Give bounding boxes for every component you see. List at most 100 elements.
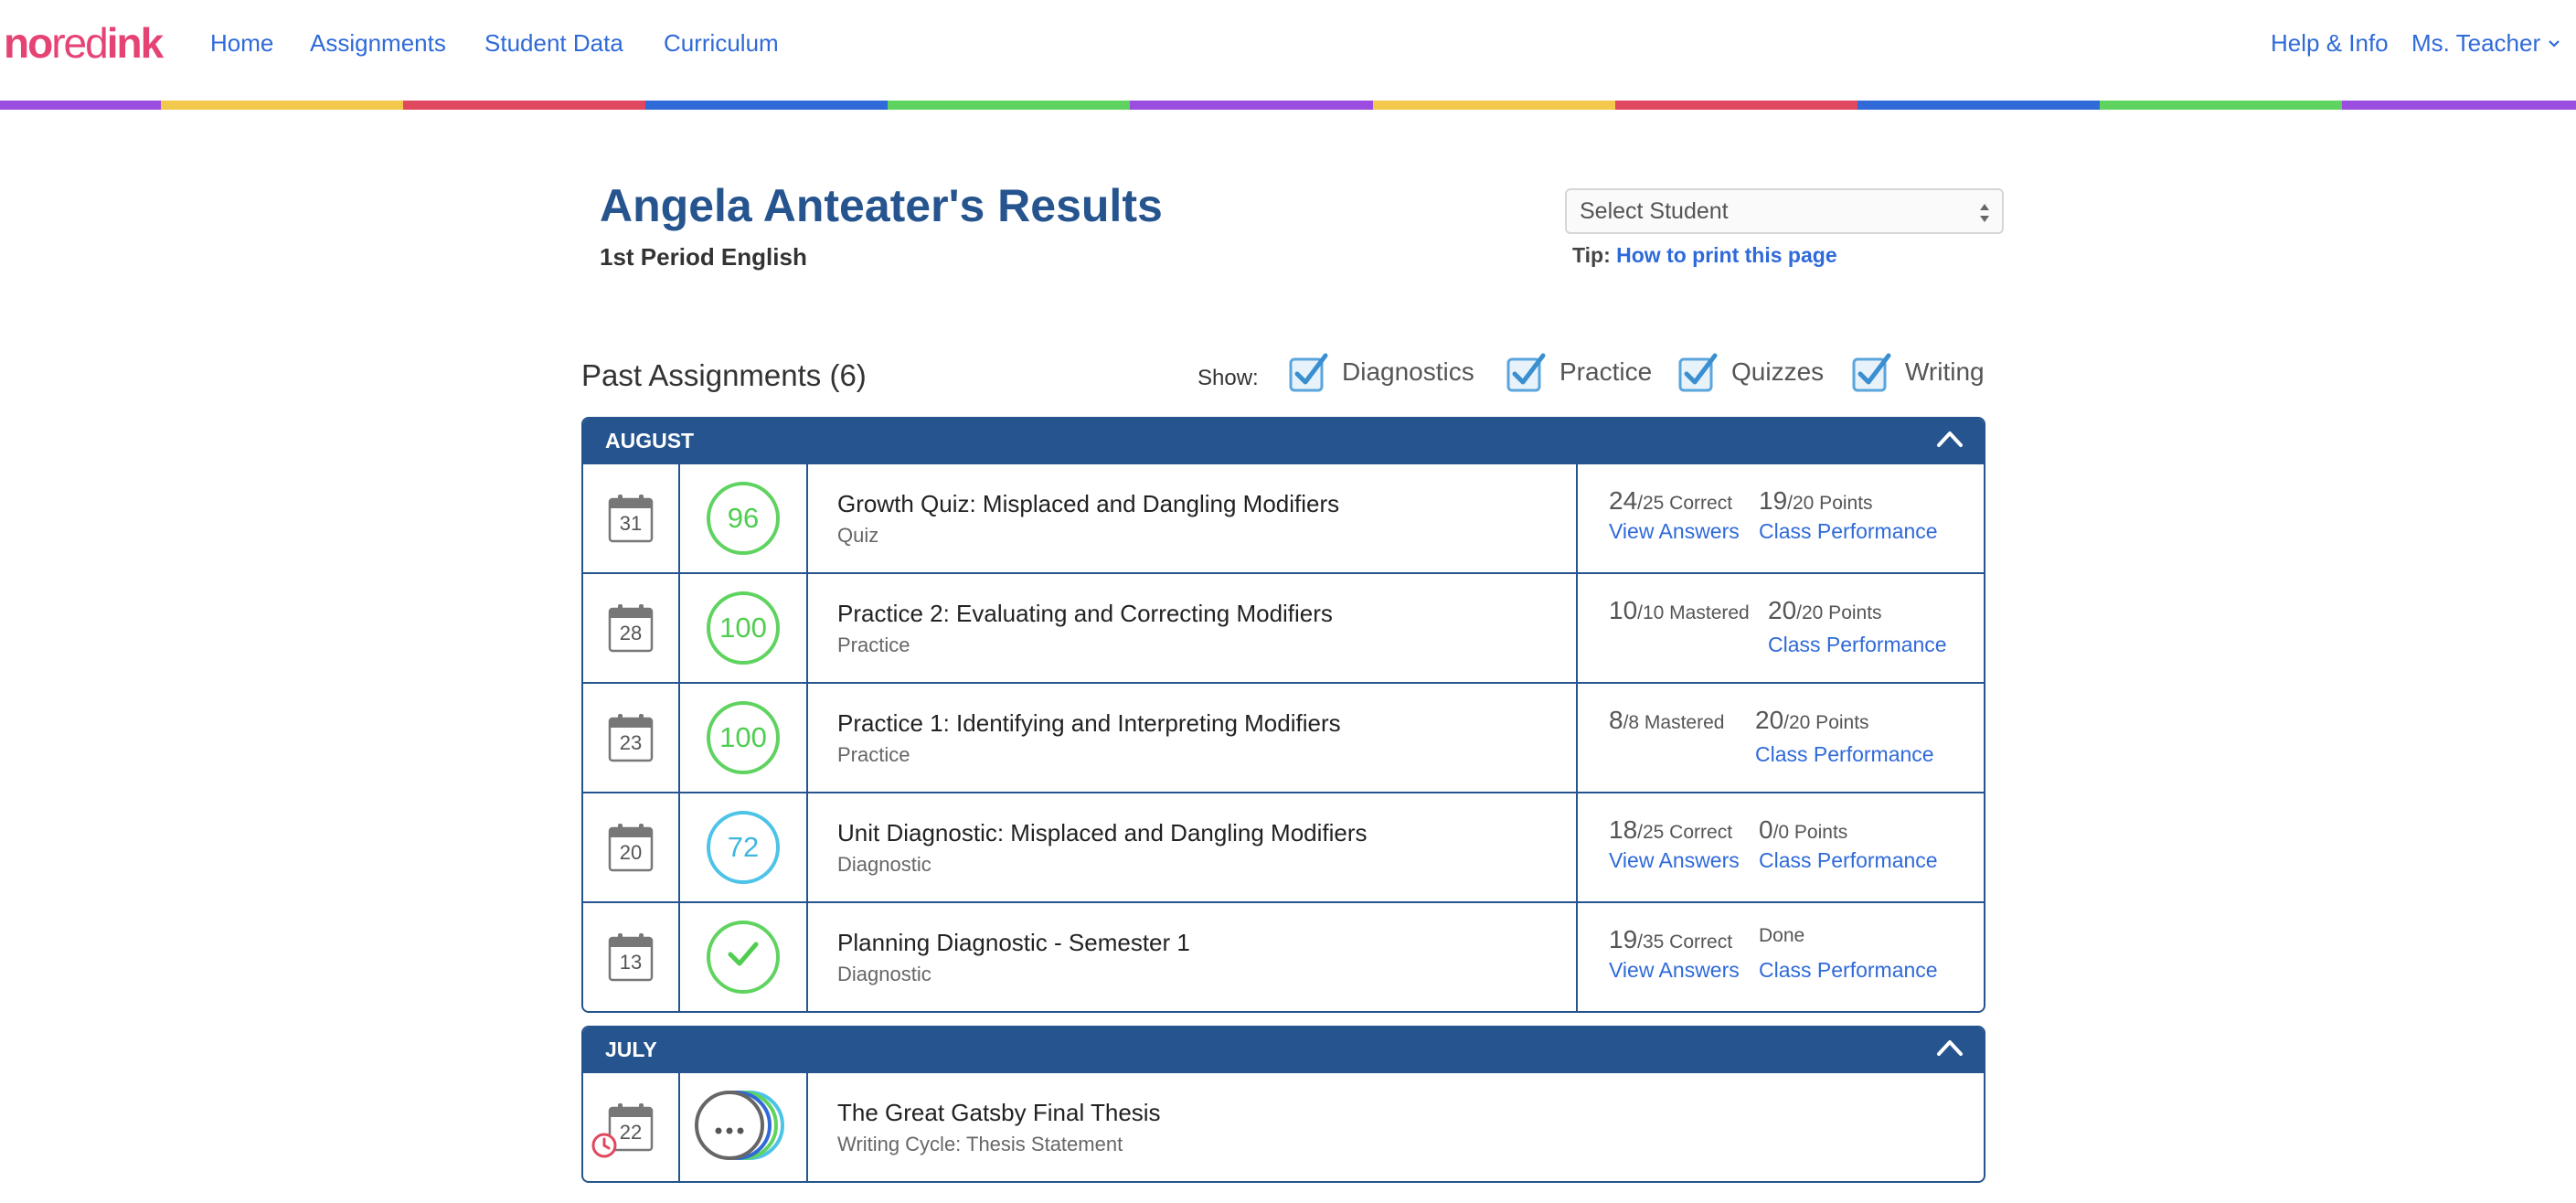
assignment-row[interactable]: 28 100 Practice 2: Evaluating and Correcti… <box>583 572 1984 682</box>
stat-primary: 24/25 Correct <box>1609 486 1733 515</box>
select-student-value: Select Student <box>1580 197 1729 224</box>
class-performance-link[interactable]: Class Performance <box>1755 742 1934 767</box>
calendar-day: 28 <box>619 622 643 644</box>
score-circle: 100 <box>707 591 780 665</box>
assignment-type: Writing Cycle: Thesis Statement <box>837 1132 1123 1155</box>
filter-label: Diagnostics <box>1342 357 1474 386</box>
score-cell <box>680 1073 808 1181</box>
assignment-info[interactable]: Unit Diagnostic: Misplaced and Dangling … <box>808 793 1578 901</box>
stat-primary: 10/10 Mastered <box>1609 596 1750 624</box>
calendar-icon: 13 <box>608 932 654 982</box>
calendar-icon: 28 <box>608 603 654 653</box>
date-cell: 28 <box>583 574 680 682</box>
stat-primary: 19/35 Correct <box>1609 925 1733 953</box>
assignment-info[interactable]: Planning Diagnostic - Semester 1 Diagnost… <box>808 903 1578 1011</box>
filter-writing[interactable]: Writing <box>1852 352 1985 392</box>
assignment-title[interactable]: Growth Quiz: Misplaced and Dangling Modi… <box>837 490 1576 518</box>
checkbox-checked-icon[interactable] <box>1289 352 1329 392</box>
class-performance-link[interactable]: Class Performance <box>1768 633 1947 657</box>
stripe-segment <box>1614 101 1858 110</box>
assignment-title[interactable]: Unit Diagnostic: Misplaced and Dangling … <box>837 819 1576 847</box>
stat-secondary: 0/0 Points <box>1759 815 1848 844</box>
stats-cell: 8/8 Mastered 20/20 Points Class Performanc… <box>1578 684 1984 792</box>
stat-primary: 8/8 Mastered <box>1609 706 1725 734</box>
stripe-segment <box>160 101 403 110</box>
class-name: 1st Period English <box>600 243 807 271</box>
calendar-icon: 23 <box>608 713 654 762</box>
assignment-title[interactable]: Planning Diagnostic - Semester 1 <box>837 929 1576 957</box>
score-cell: 100 <box>680 684 808 792</box>
assignment-info[interactable]: Practice 2: Evaluating and Correcting Mo… <box>808 574 1578 682</box>
assignment-title[interactable]: The Great Gatsby Final Thesis <box>837 1099 1984 1127</box>
calendar-day: 13 <box>619 951 643 974</box>
filter-diagnostics[interactable]: Diagnostics <box>1289 352 1474 392</box>
assignment-row[interactable]: 13 Planning Diagnostic - Semester 1 Diagno… <box>583 901 1984 1011</box>
chevron-up-icon[interactable] <box>1936 428 1964 455</box>
class-performance-link[interactable]: Class Performance <box>1759 519 1938 544</box>
assignment-type: Diagnostic <box>837 962 931 985</box>
checkbox-checked-icon[interactable] <box>1506 352 1547 392</box>
filter-quizzes[interactable]: Quizzes <box>1678 352 1824 392</box>
assignment-type: Quiz <box>837 523 879 547</box>
checkbox-checked-icon[interactable] <box>1678 352 1719 392</box>
how-to-print-link[interactable]: How to print this page <box>1616 243 1837 267</box>
date-cell: 23 <box>583 684 680 792</box>
assignment-row[interactable]: 20 72 Unit Diagnostic: Misplaced and Dangl… <box>583 792 1984 901</box>
filter-practice[interactable]: Practice <box>1506 352 1652 392</box>
nav-link-curriculum[interactable]: Curriculum <box>664 29 779 58</box>
stripe-segment <box>888 101 1131 110</box>
writing-progress-icon[interactable] <box>693 1087 793 1167</box>
view-answers-link[interactable]: View Answers <box>1609 958 1740 983</box>
view-answers-link[interactable]: View Answers <box>1609 848 1740 873</box>
stripe-segment <box>1857 101 2101 110</box>
assignment-row[interactable]: 22 The Great Gatsby Final Thesis Writing C… <box>583 1071 1984 1181</box>
class-performance-link[interactable]: Class Performance <box>1759 958 1938 983</box>
month-label: JULY <box>605 1037 657 1061</box>
stat-secondary: 20/20 Points <box>1768 596 1882 624</box>
page-title: Angela Anteater's Results <box>600 180 1163 231</box>
checkbox-checked-icon[interactable] <box>1852 352 1892 392</box>
stripe-segment <box>2100 101 2343 110</box>
select-student-dropdown[interactable]: Select Student <box>1565 188 2004 234</box>
assignment-type: Diagnostic <box>837 852 931 876</box>
assignment-row[interactable]: 23 100 Practice 1: Identifying and Interpr… <box>583 682 1984 792</box>
nav-link-student-data[interactable]: Student Data <box>484 29 623 58</box>
nav-link-help-info[interactable]: Help & Info <box>2271 29 2389 58</box>
stat-secondary: 19/20 Points <box>1759 486 1873 515</box>
assignment-info[interactable]: The Great Gatsby Final Thesis Writing Cyc… <box>808 1073 1984 1181</box>
date-cell: 20 <box>583 793 680 901</box>
stat-secondary: 20/20 Points <box>1755 706 1869 734</box>
filter-label: Quizzes <box>1731 357 1825 386</box>
score-circle: 72 <box>707 811 780 884</box>
date-cell: 22 <box>583 1073 680 1181</box>
chevron-up-icon[interactable] <box>1936 1037 1964 1064</box>
nav-link-home[interactable]: Home <box>210 29 273 58</box>
stripe-segment <box>2342 101 2576 110</box>
assignment-info[interactable]: Growth Quiz: Misplaced and Dangling Modi… <box>808 464 1578 572</box>
select-arrows-icon <box>1980 204 1989 222</box>
assignment-title[interactable]: Practice 1: Identifying and Interpreting… <box>837 709 1576 738</box>
month-block-august: AUGUST 31 96 Growth Quiz: Misplaced and Dan… <box>581 417 1985 1013</box>
view-answers-link[interactable]: View Answers <box>1609 519 1740 544</box>
assignment-title[interactable]: Practice 2: Evaluating and Correcting Mo… <box>837 600 1576 628</box>
nav-link-assignments[interactable]: Assignments <box>310 29 446 58</box>
stats-cell: 18/25 Correct 0/0 Points View Answers Class… <box>1578 793 1984 901</box>
print-tip: Tip: How to print this page <box>1572 243 1837 268</box>
date-cell: 31 <box>583 464 680 572</box>
assignment-type: Practice <box>837 633 910 656</box>
noredink-logo[interactable]: noredink <box>4 18 164 68</box>
date-cell: 13 <box>583 903 680 1011</box>
stats-cell: 24/25 Correct 19/20 Points View Answers Cla… <box>1578 464 1984 572</box>
user-menu[interactable]: Ms. Teacher <box>2411 29 2560 58</box>
calendar-day: 31 <box>619 512 643 535</box>
user-name: Ms. Teacher <box>2411 29 2541 57</box>
assignment-type: Practice <box>837 742 910 766</box>
calendar-day: 20 <box>619 841 643 864</box>
assignment-info[interactable]: Practice 1: Identifying and Interpreting… <box>808 684 1578 792</box>
calendar-icon: 20 <box>608 823 654 872</box>
score-circle <box>707 921 780 994</box>
class-performance-link[interactable]: Class Performance <box>1759 848 1938 873</box>
stats-cell: 19/35 Correct Done View Answers Class Perfo… <box>1578 903 1984 1011</box>
score-cell <box>680 903 808 1011</box>
assignment-row[interactable]: 31 96 Growth Quiz: Misplaced and Dangling … <box>583 463 1984 572</box>
